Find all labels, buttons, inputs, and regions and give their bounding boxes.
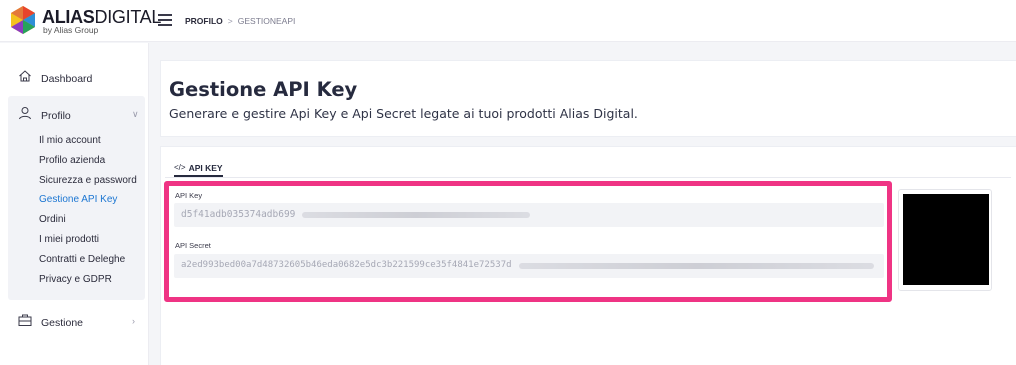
page-subtitle: Generare e gestire Api Key e Api Secret … bbox=[169, 106, 638, 121]
breadcrumb-gestioneapi: GESTIONEAPI bbox=[237, 16, 296, 26]
sidebar-item-label: Gestione bbox=[41, 317, 84, 329]
api-secret-value: a2ed993bed00a7d48732605b46eda0682e5dc3b2… bbox=[181, 260, 512, 270]
tab-api-key[interactable]: </> API KEY bbox=[174, 158, 223, 177]
sidebar-item-gestione[interactable]: Gestione › bbox=[0, 311, 148, 335]
submenu-item-contratti[interactable]: Contratti e Deleghe bbox=[39, 254, 125, 265]
top-header: ALIASDIGITAL by Alias Group PROFILO > GEST… bbox=[0, 0, 1016, 42]
api-key-field[interactable]: d5f41adb035374adb699 bbox=[174, 203, 884, 227]
breadcrumb-separator: > bbox=[227, 16, 233, 26]
sidebar-item-label: Profilo bbox=[41, 110, 71, 122]
brand-tagline: by Alias Group bbox=[43, 25, 99, 35]
alias-logo-icon bbox=[11, 6, 35, 34]
submenu-item-prodotti[interactable]: I miei prodotti bbox=[39, 234, 99, 245]
sidebar-item-dashboard[interactable]: Dashboard bbox=[0, 67, 148, 91]
submenu-item-privacy[interactable]: Privacy e GDPR bbox=[39, 274, 112, 285]
code-icon: </> bbox=[174, 163, 186, 172]
sidebar-divider bbox=[148, 43, 149, 365]
home-icon bbox=[19, 70, 31, 82]
sidebar: Dashboard Profilo ∨ Il mio account Profi… bbox=[0, 43, 148, 365]
redaction-blur bbox=[302, 212, 530, 218]
sidebar-item-profilo[interactable]: Profilo ∨ bbox=[0, 104, 148, 128]
api-key-value: d5f41adb035374adb699 bbox=[181, 209, 296, 220]
submenu-item-account[interactable]: Il mio account bbox=[39, 135, 101, 146]
sidebar-item-label: Dashboard bbox=[41, 73, 93, 85]
breadcrumb-profilo[interactable]: PROFILO bbox=[185, 16, 223, 26]
hamburger-menu-icon[interactable] bbox=[158, 14, 172, 26]
api-secret-field[interactable]: a2ed993bed00a7d48732605b46eda0682e5dc3b2… bbox=[174, 254, 884, 278]
qr-code-frame bbox=[898, 189, 992, 291]
tab-divider bbox=[165, 177, 1011, 178]
page-title: Gestione API Key bbox=[169, 78, 358, 101]
redaction-blur bbox=[519, 263, 874, 269]
submenu-item-profilo-azienda[interactable]: Profilo azienda bbox=[39, 155, 105, 166]
api-secret-label: API Secret bbox=[175, 241, 211, 250]
chevron-right-icon: › bbox=[132, 316, 135, 326]
qr-code-image bbox=[903, 194, 989, 285]
user-icon bbox=[19, 107, 31, 120]
briefcase-icon bbox=[18, 314, 32, 326]
submenu-item-gestione-api-key[interactable]: Gestione API Key bbox=[39, 194, 117, 205]
submenu-item-sicurezza[interactable]: Sicurezza e password bbox=[39, 175, 137, 186]
breadcrumb: PROFILO > GESTIONEAPI bbox=[185, 16, 295, 26]
chevron-down-icon: ∨ bbox=[132, 109, 139, 119]
page-header-card: Gestione API Key Generare e gestire Api … bbox=[160, 60, 1016, 137]
submenu-item-ordini[interactable]: Ordini bbox=[39, 214, 66, 225]
brand-logo[interactable]: ALIASDIGITAL by Alias Group bbox=[8, 4, 161, 38]
api-key-label: API Key bbox=[175, 191, 203, 200]
tab-label: API KEY bbox=[188, 163, 223, 173]
